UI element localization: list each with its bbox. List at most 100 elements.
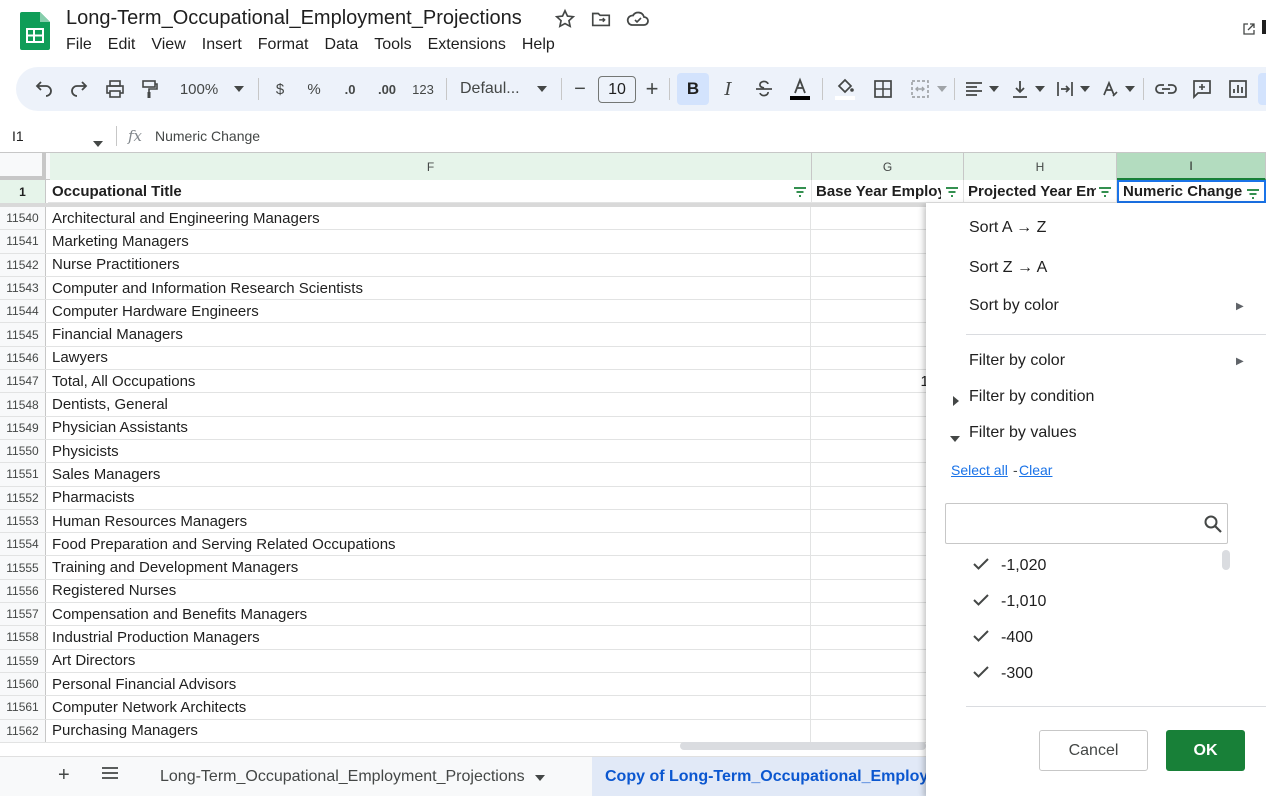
cell-occupational-title[interactable]: Registered Nurses: [48, 579, 811, 603]
expand-collapsed-icon[interactable]: [952, 393, 960, 411]
row-header-1[interactable]: 1: [0, 180, 46, 203]
cell-occupational-title[interactable]: Compensation and Benefits Managers: [48, 603, 811, 626]
toolbar-overflow[interactable]: [1258, 73, 1266, 105]
values-scrollbar[interactable]: [1222, 550, 1230, 570]
cell-occupational-title[interactable]: Purchasing Managers: [48, 719, 811, 742]
menu-format[interactable]: Format: [250, 36, 317, 56]
font-family-select[interactable]: Defaul...: [460, 77, 524, 101]
italic-button[interactable]: I: [718, 77, 738, 101]
header-cell-numeric-change[interactable]: Numeric Change: [1117, 180, 1266, 203]
print-icon[interactable]: [103, 77, 127, 101]
name-box[interactable]: I1: [12, 128, 24, 144]
decrease-font-size-button[interactable]: −: [570, 77, 590, 101]
all-sheets-icon[interactable]: [101, 766, 119, 785]
select-all-link[interactable]: Select all: [951, 462, 1008, 478]
row-header[interactable]: 11548: [0, 393, 46, 416]
borders-icon[interactable]: [871, 77, 895, 101]
cell-occupational-title[interactable]: Financial Managers: [48, 323, 811, 346]
paint-format-icon[interactable]: [138, 77, 162, 101]
sheet-tab-caret-icon[interactable]: [534, 768, 545, 786]
cell-occupational-title[interactable]: Computer Network Architects: [48, 696, 811, 719]
cell-occupational-title[interactable]: Industrial Production Managers: [48, 626, 811, 649]
insert-comment-icon[interactable]: [1190, 77, 1214, 101]
header-cell-base-year[interactable]: Base Year Employment: [812, 180, 964, 203]
insert-chart-icon[interactable]: [1226, 77, 1250, 101]
horizontal-scrollbar[interactable]: [680, 742, 926, 750]
menu-file[interactable]: File: [58, 36, 100, 56]
cell-occupational-title[interactable]: Human Resources Managers: [48, 509, 811, 533]
insert-link-icon[interactable]: [1154, 77, 1178, 101]
wrap-caret-icon[interactable]: [1079, 77, 1091, 101]
row-header[interactable]: 11545: [0, 323, 46, 346]
font-caret-icon[interactable]: [535, 77, 549, 101]
cell-occupational-title[interactable]: Personal Financial Advisors: [48, 672, 811, 696]
cell-occupational-title[interactable]: Lawyers: [48, 346, 811, 370]
ok-button[interactable]: OK: [1166, 730, 1245, 771]
cell-occupational-title[interactable]: Nurse Practitioners: [48, 253, 811, 276]
increase-decimal-button[interactable]: .00: [374, 77, 400, 101]
redo-icon[interactable]: [67, 77, 91, 101]
more-formats-button[interactable]: 123: [410, 77, 436, 101]
filter-icon[interactable]: [945, 185, 959, 197]
sort-a-z[interactable]: Sort A → Z: [969, 219, 1046, 237]
star-icon[interactable]: [554, 8, 576, 30]
row-header[interactable]: 11562: [0, 719, 46, 742]
value-option[interactable]: -1,010: [973, 593, 1046, 611]
menu-edit[interactable]: Edit: [100, 36, 144, 56]
cell-occupational-title[interactable]: Physician Assistants: [48, 416, 811, 439]
cell-occupational-title[interactable]: Computer and Information Research Scient…: [48, 276, 811, 300]
menu-tools[interactable]: Tools: [366, 36, 419, 56]
cell-occupational-title[interactable]: Computer Hardware Engineers: [48, 300, 811, 323]
value-option[interactable]: -1,020: [973, 557, 1046, 575]
filter-by-condition[interactable]: Filter by condition: [969, 388, 1094, 406]
row-header[interactable]: 11555: [0, 556, 46, 579]
percent-format-button[interactable]: %: [304, 77, 324, 101]
increase-font-size-button[interactable]: +: [642, 76, 662, 101]
sheet-tab-active[interactable]: Copy of Long-Term_Occupational_Employmen…: [592, 757, 932, 796]
rotation-caret-icon[interactable]: [1124, 77, 1136, 101]
cloud-saved-icon[interactable]: [626, 8, 649, 30]
filter-icon[interactable]: [793, 185, 807, 197]
header-cell-occupational-title[interactable]: Occupational Title: [48, 180, 812, 203]
menu-extensions[interactable]: Extensions: [420, 36, 514, 56]
filter-icon[interactable]: [1246, 187, 1260, 199]
row-header[interactable]: 11553: [0, 509, 46, 533]
document-title[interactable]: Long-Term_Occupational_Employment_Projec…: [66, 7, 522, 30]
bold-button[interactable]: B: [677, 73, 709, 105]
row-header[interactable]: 11561: [0, 696, 46, 719]
column-header-f[interactable]: F: [50, 153, 812, 180]
align-caret-icon[interactable]: [988, 77, 1000, 101]
cell-occupational-title[interactable]: Architectural and Engineering Managers: [48, 207, 811, 230]
valign-caret-icon[interactable]: [1034, 77, 1046, 101]
row-header[interactable]: 11543: [0, 276, 46, 300]
cancel-button[interactable]: Cancel: [1039, 730, 1148, 771]
cell-occupational-title[interactable]: Physicists: [48, 439, 811, 463]
text-wrapping-icon[interactable]: [1055, 77, 1075, 101]
cell-occupational-title[interactable]: Total, All Occupations: [48, 370, 811, 393]
row-header[interactable]: 11549: [0, 416, 46, 439]
currency-format-button[interactable]: $: [270, 77, 290, 101]
add-sheet-button[interactable]: +: [58, 764, 70, 787]
merge-caret-icon[interactable]: [936, 77, 948, 101]
column-header-i[interactable]: I: [1117, 153, 1266, 180]
menu-help[interactable]: Help: [514, 36, 563, 56]
filter-by-values[interactable]: Filter by values: [969, 424, 1077, 442]
merge-cells-icon[interactable]: [908, 77, 932, 101]
row-header[interactable]: 11557: [0, 603, 46, 626]
menu-view[interactable]: View: [143, 36, 193, 56]
cell-occupational-title[interactable]: Training and Development Managers: [48, 556, 811, 579]
row-header[interactable]: 11556: [0, 579, 46, 603]
sort-z-a[interactable]: Sort Z → A: [969, 259, 1047, 277]
cell-occupational-title[interactable]: Marketing Managers: [48, 230, 811, 253]
sheets-logo-icon[interactable]: [20, 12, 50, 50]
column-header-h[interactable]: H: [964, 153, 1117, 180]
row-header[interactable]: 11560: [0, 672, 46, 696]
decrease-decimal-button[interactable]: .0: [337, 77, 363, 101]
strikethrough-icon[interactable]: [752, 77, 776, 101]
row-header[interactable]: 11552: [0, 486, 46, 509]
zoom-select[interactable]: 100%: [176, 77, 222, 101]
sort-by-color[interactable]: Sort by color: [969, 297, 1059, 315]
move-folder-icon[interactable]: [590, 8, 612, 30]
zoom-caret-icon[interactable]: [232, 77, 246, 101]
cell-occupational-title[interactable]: Sales Managers: [48, 463, 811, 486]
